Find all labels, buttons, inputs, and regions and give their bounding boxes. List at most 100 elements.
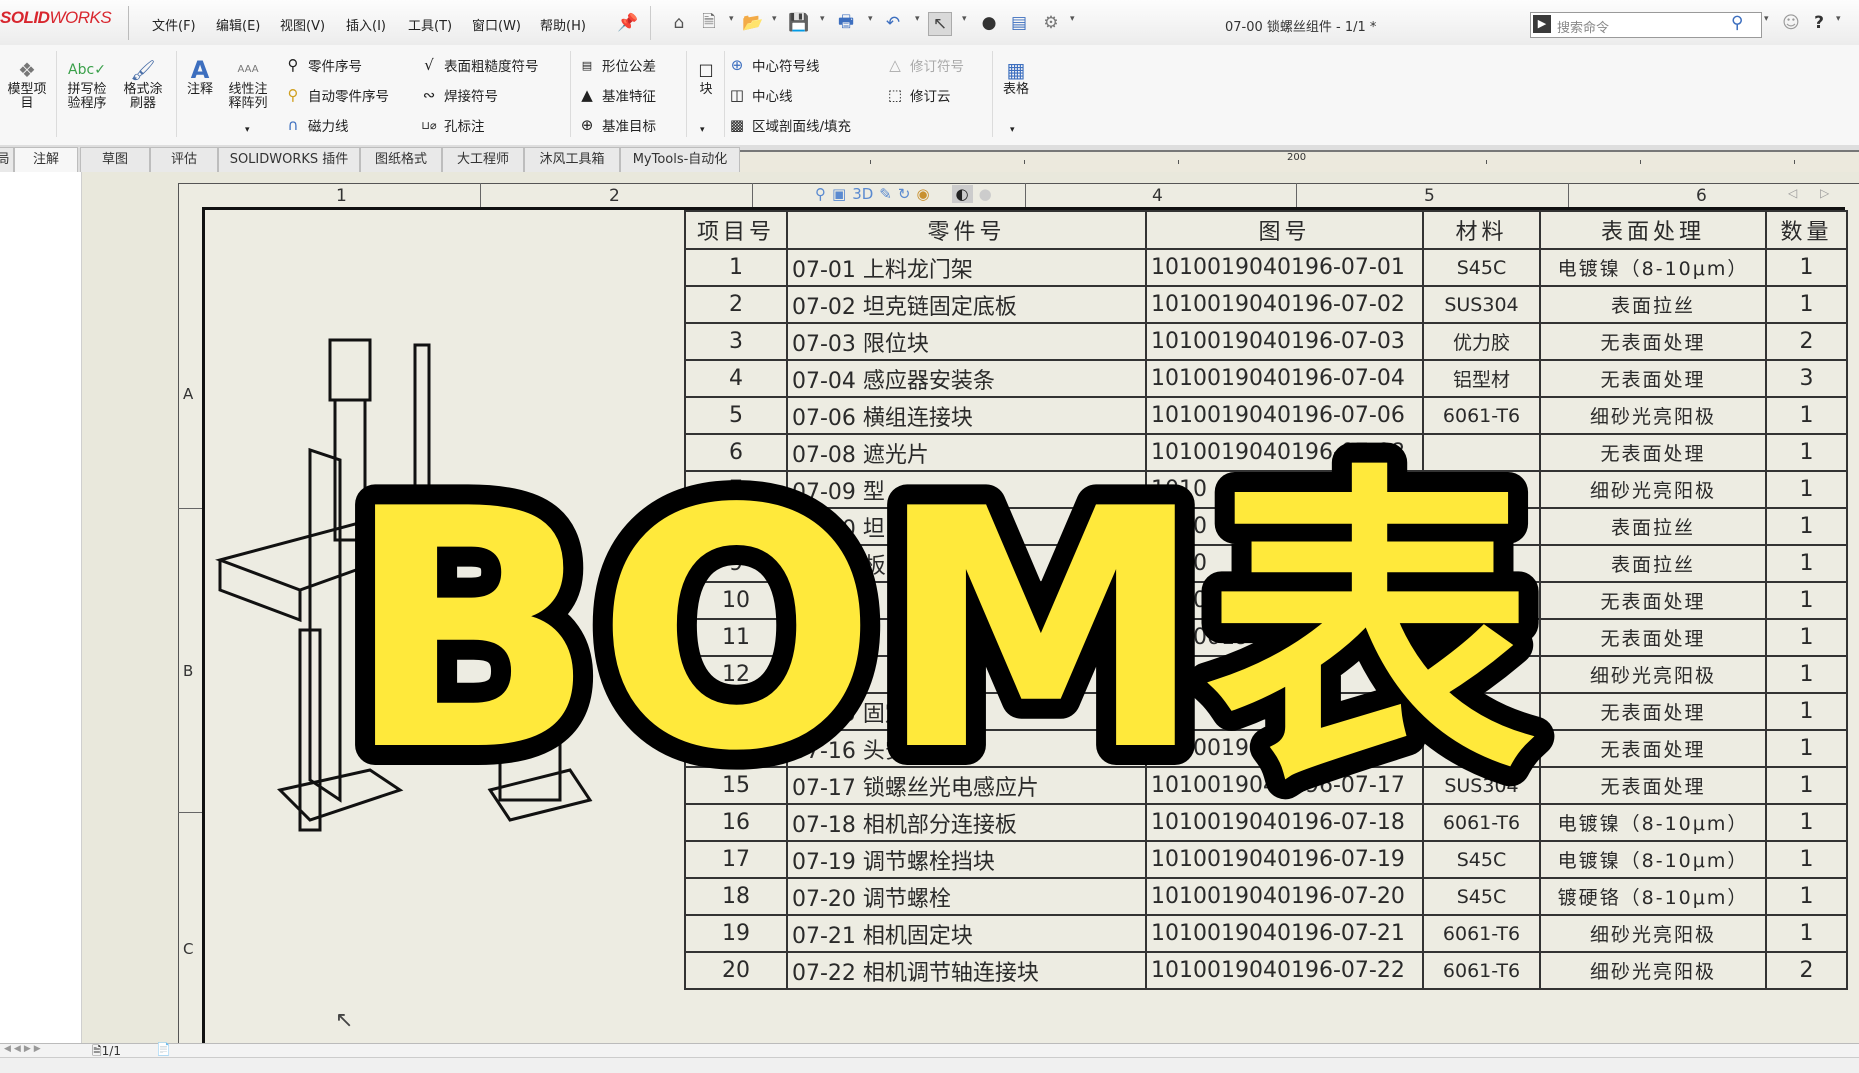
cell-drawing-no[interactable]: 1010 [1145,470,1424,509]
cell-part-no[interactable]: 07-16 头安 [786,729,1147,768]
table-row[interactable]: 18 07-20 调节螺栓 1010019040196-07-20 S45C 镀硬铬（8… [684,877,1848,916]
chevron-down-icon[interactable]: ▾ [772,14,777,24]
cell-part-no[interactable]: 07-20 调节螺栓 [786,877,1147,916]
cell-drawing-no[interactable]: 1010019040196-07-02 [1145,285,1424,324]
table-row[interactable]: 13 07-15 固定 无表面处理 1 [684,692,1848,731]
cell-material[interactable] [1422,581,1541,620]
cell-quantity[interactable]: 1 [1765,692,1848,731]
cell-material[interactable] [1422,433,1541,472]
cell-quantity[interactable]: 1 [1765,803,1848,842]
cell-surface-finish[interactable]: 无表面处理 [1539,729,1767,768]
center-mark-button[interactable]: ⊕ 中心符号线 [728,55,820,75]
cell-drawing-no[interactable] [1145,692,1424,731]
tab-annotation[interactable]: 注解 [14,147,78,173]
cell-drawing-no[interactable]: 1010019040196-07-01 [1145,248,1424,287]
file-properties-icon[interactable]: ▤ [1008,12,1030,34]
cell-quantity[interactable]: 1 [1765,396,1848,435]
cell-quantity[interactable]: 1 [1765,544,1848,583]
cell-item-no[interactable]: 19 [684,914,788,953]
menu-edit[interactable]: 编辑(E) [216,15,260,34]
cell-surface-finish[interactable]: 表面拉丝 [1539,507,1767,546]
cell-item-no[interactable]: 14 [684,729,788,768]
cell-surface-finish[interactable]: 无表面处理 [1539,618,1767,657]
cell-part-no[interactable]: 07-19 调节螺栓挡块 [786,840,1147,879]
cell-quantity[interactable]: 1 [1765,285,1848,324]
cell-part-no[interactable]: 07-09 型 [786,470,1147,509]
solidworks-logo[interactable]: SOLIDWORKS [0,8,120,36]
cell-drawing-no[interactable]: 1010019040196-07-17 [1145,766,1424,805]
cell-material[interactable] [1422,692,1541,731]
menu-help[interactable]: 帮助(H) [540,15,586,34]
cell-surface-finish[interactable]: 表面拉丝 [1539,285,1767,324]
cell-material[interactable]: S45C [1422,840,1541,879]
cell-material[interactable]: SUS304 [1422,766,1541,805]
cell-surface-finish[interactable]: 电镀镍（8-10μm） [1539,248,1767,287]
cell-part-no[interactable]: 07-17 锁螺丝光电感应片 [786,766,1147,805]
cell-surface-finish[interactable]: 无表面处理 [1539,581,1767,620]
cell-quantity[interactable]: 2 [1765,322,1848,361]
table-row[interactable]: 6 07-08 遮光片 1010019040196-07-08 无表面处理 1 [684,433,1848,472]
cell-part-no[interactable]: 07-18 相机部分连接板 [786,803,1147,842]
cell-quantity[interactable]: 1 [1765,655,1848,694]
cell-item-no[interactable]: 9 [684,544,788,583]
cell-quantity[interactable]: 2 [1765,951,1848,990]
cell-surface-finish[interactable]: 无表面处理 [1539,692,1767,731]
table-row[interactable]: 17 07-19 调节螺栓挡块 1010019040196-07-19 S45C 电镀镍… [684,840,1848,879]
format-painter-button[interactable]: 🖌 格式涂刷器 [118,57,168,111]
cell-item-no[interactable]: 13 [684,692,788,731]
cell-material[interactable]: 铝型材 [1422,359,1541,398]
table-row[interactable]: 20 07-22 相机调节轴连接块 1010019040196-07-22 6061-… [684,951,1848,990]
cell-part-no[interactable]: 07-04 感应器安装条 [786,359,1147,398]
table-row[interactable]: 1 07-01 上料龙门架 1010019040196-07-01 S45C 电镀镍（8… [684,248,1848,287]
cell-drawing-no[interactable]: 1010019 [1145,655,1424,694]
cell-item-no[interactable]: 15 [684,766,788,805]
tab-mytools-automation[interactable]: MyTools-自动化 [620,147,740,172]
rotate-icon[interactable]: ↻ [898,185,911,203]
table-row[interactable]: 16 07-18 相机部分连接板 1010019040196-07-18 6061-T… [684,803,1848,842]
cell-drawing-no[interactable]: 1010019040196-07-19 [1145,840,1424,879]
cell-quantity[interactable]: 1 [1765,840,1848,879]
geometric-tolerance-button[interactable]: ▤ 形位公差 [578,55,656,76]
hole-callout-button[interactable]: ⊔⌀ 孔标注 [420,115,484,136]
cell-surface-finish[interactable]: 电镀镍（8-10μm） [1539,840,1767,879]
cell-material[interactable]: S45C [1422,877,1541,916]
cell-item-no[interactable]: 7 [684,470,788,509]
cell-material[interactable]: SUS304 [1422,285,1541,324]
select-cursor-icon[interactable]: ↖ [928,12,952,36]
help-icon[interactable]: ? [1808,12,1830,34]
cell-material[interactable]: 6061-T6 [1422,914,1541,953]
menu-file[interactable]: 文件(F) [152,15,196,34]
add-sheet-icon[interactable]: 📄 [156,1042,171,1056]
cell-drawing-no[interactable]: 1010 [1145,581,1424,620]
table-row[interactable]: 12 07-14 1010019 细砂光亮阳极 1 [684,655,1848,694]
cell-part-no[interactable]: 07- 锁 [786,581,1147,620]
magnetic-line-button[interactable]: ∩ 磁力线 [284,115,349,135]
weld-symbol-button[interactable]: ∾ 焊接符号 [420,85,498,105]
cell-material[interactable]: 6061-T6 [1422,951,1541,990]
zoom-to-fit-icon[interactable]: ⚲ [815,185,826,203]
section-view-icon[interactable]: ✎ [879,185,892,203]
cell-surface-finish[interactable]: 无表面处理 [1539,766,1767,805]
chevron-down-icon[interactable]: ▾ [915,14,920,24]
table-row[interactable]: 10 07- 锁 1010 无表面处理 1 [684,581,1848,620]
cell-surface-finish[interactable]: 电镀镍（8-10μm） [1539,803,1767,842]
auto-balloon-button[interactable]: ⚲ 自动零件序号 [284,85,390,105]
revision-cloud-button[interactable]: ⬚ 修订云 [886,85,951,105]
3d-view-icon[interactable]: 3D [852,185,873,203]
home-icon[interactable]: ⌂ [668,12,690,34]
table-row[interactable]: 14 07-16 头安 10100190 无表面处理 1 [684,729,1848,768]
menu-window[interactable]: 窗口(W) [472,15,521,34]
table-row[interactable]: 8 07-10 坦 金 1010 表面拉丝 1 [684,507,1848,546]
datum-feature-button[interactable]: ▲ 基准特征 [578,85,656,105]
chevron-down-icon[interactable]: ▾ [868,14,873,24]
cell-item-no[interactable]: 3 [684,322,788,361]
chevron-down-icon[interactable]: ▾ [729,14,734,24]
cell-material[interactable]: 6061-T6 [1422,803,1541,842]
cell-quantity[interactable]: 1 [1765,914,1848,953]
hide-show-icon[interactable]: ◐ [951,185,973,203]
cell-part-no[interactable]: 07-01 上料龙门架 [786,248,1147,287]
cell-quantity[interactable]: 1 [1765,248,1848,287]
cell-surface-finish[interactable]: 无表面处理 [1539,433,1767,472]
tab-solidworks-addins[interactable]: SOLIDWORKS 插件 [218,147,360,172]
cell-material[interactable] [1422,507,1541,546]
